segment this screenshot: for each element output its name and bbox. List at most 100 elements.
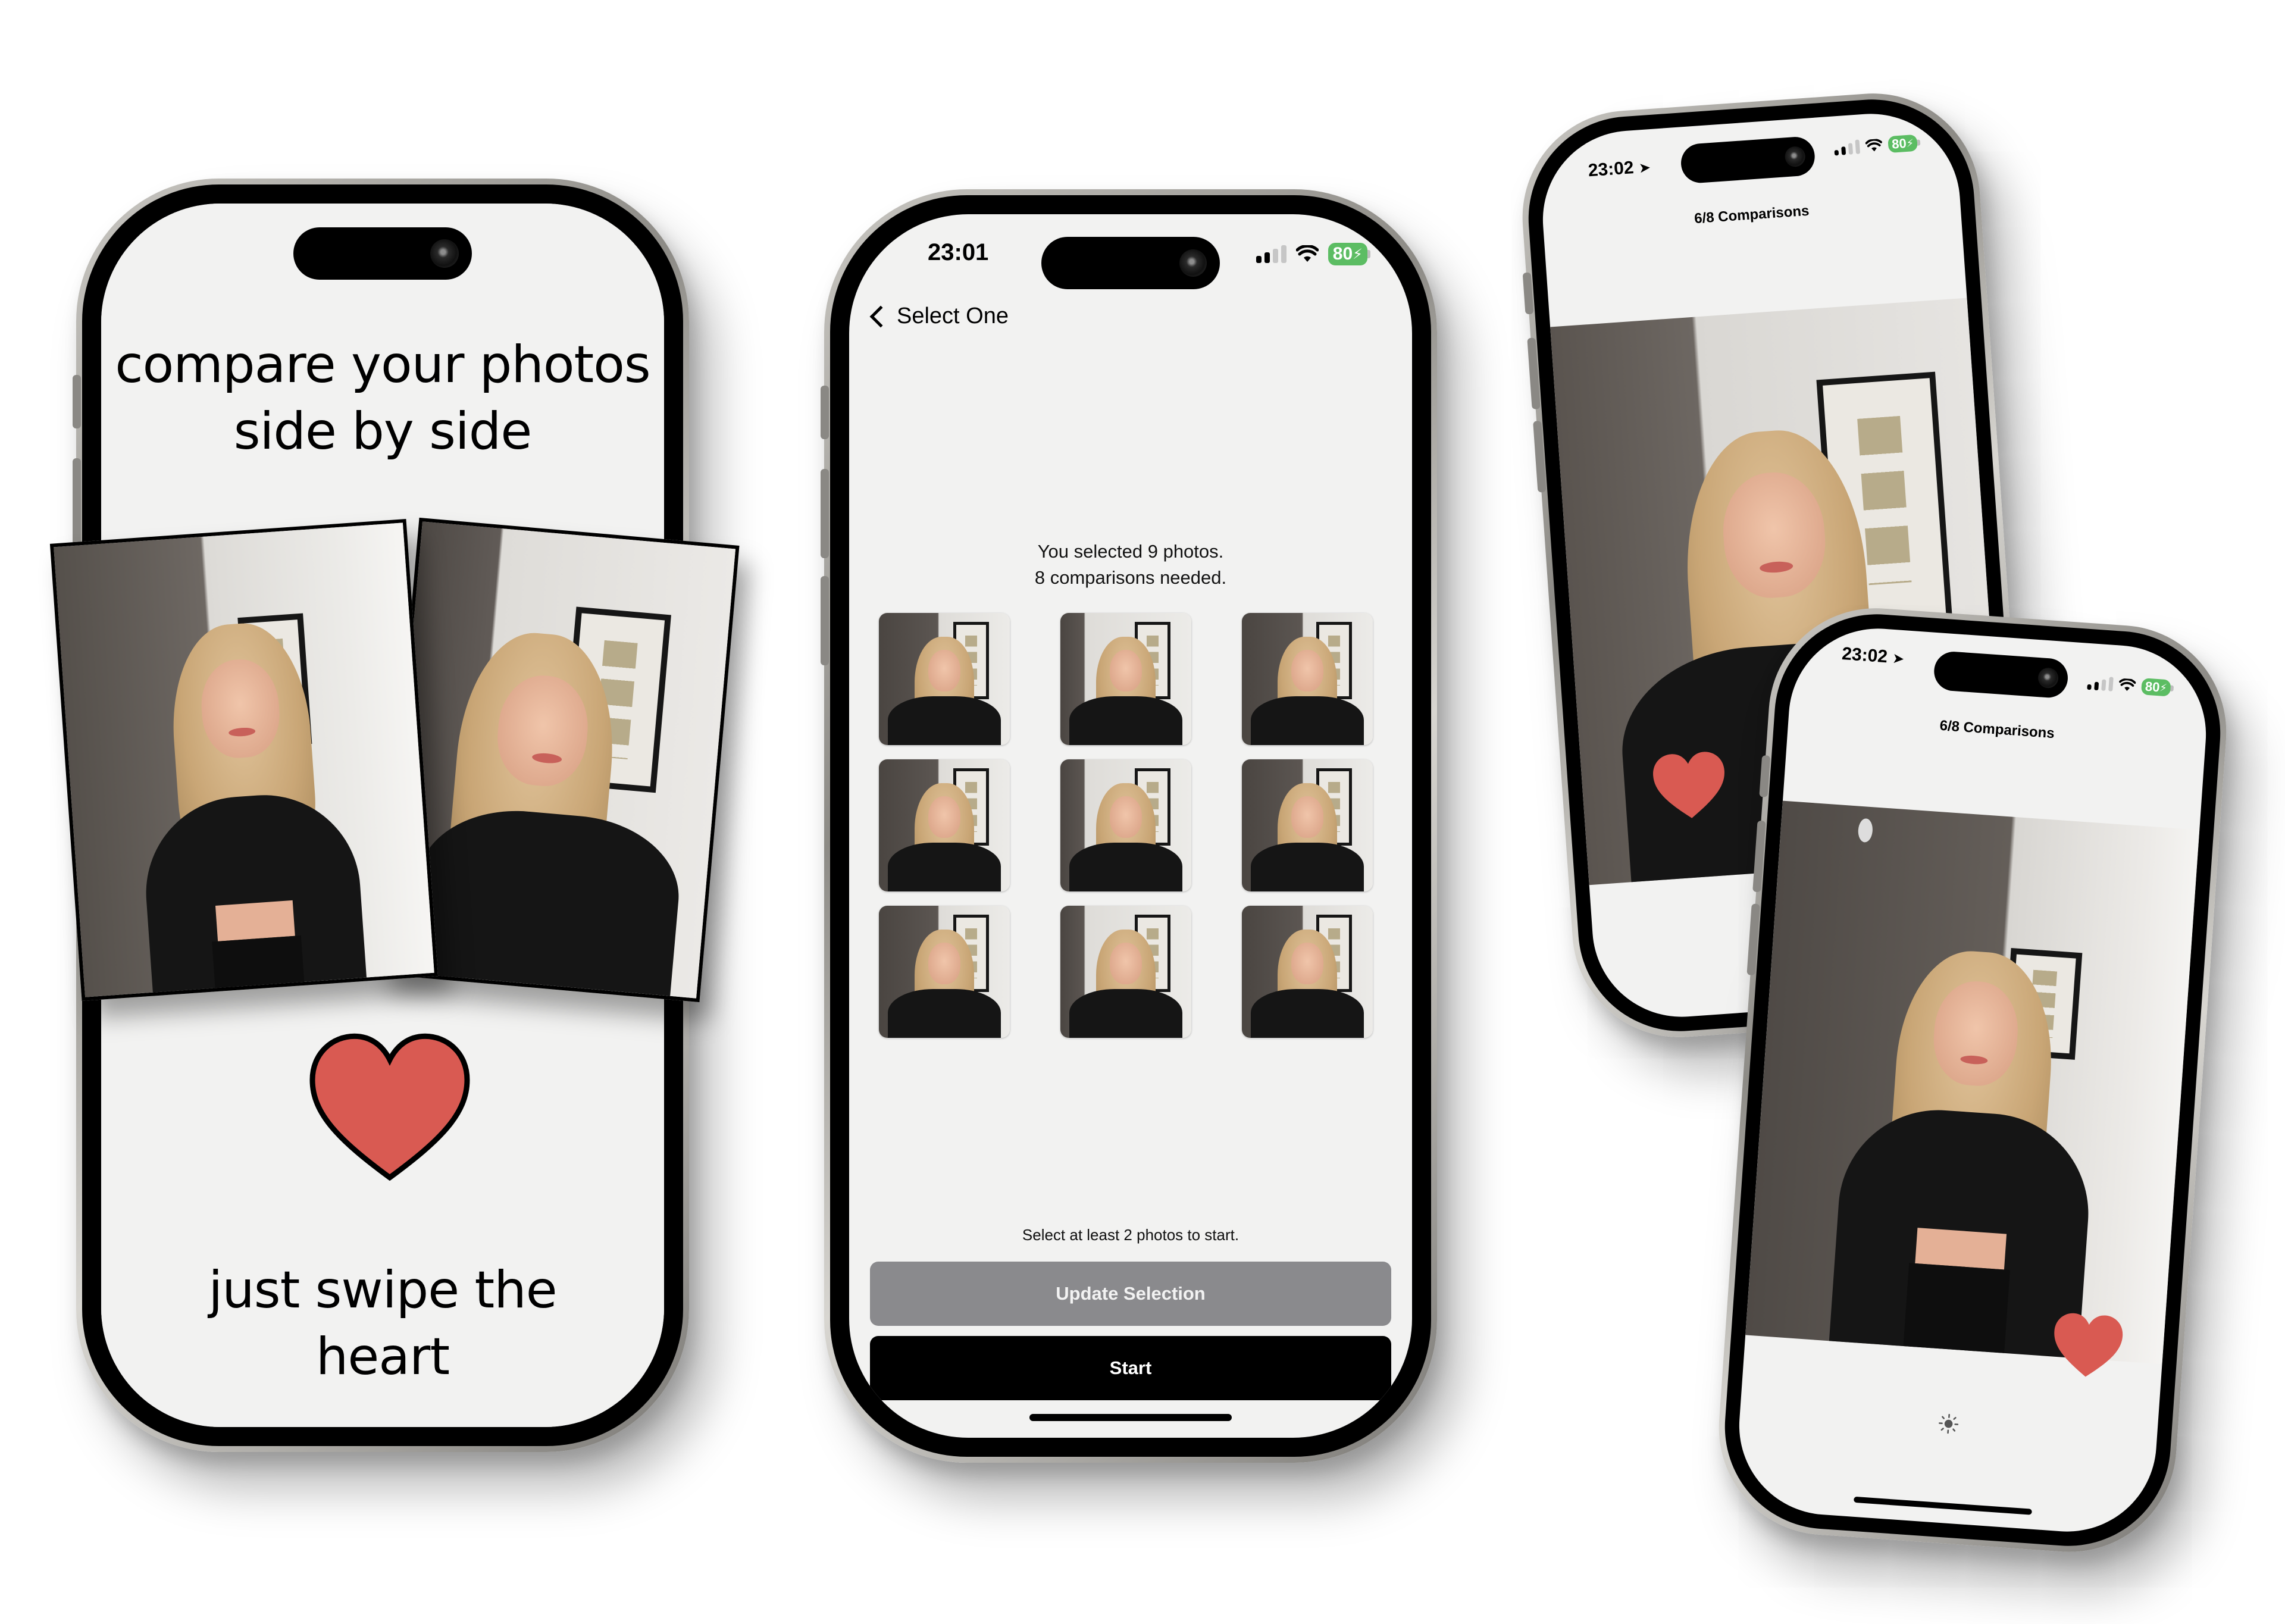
ceiling-bulb [1857, 818, 1874, 843]
photo-thumbnail[interactable] [1242, 613, 1373, 745]
photo-thumbnail[interactable] [1060, 759, 1191, 891]
photo-subject-midriff [1915, 1228, 2007, 1270]
promo-footer-line-2: heart [315, 1327, 450, 1387]
dynamic-island [293, 227, 472, 280]
promo-headline: compare your photos side by side [101, 331, 664, 465]
phone-bezel: 23:02 ➤ 80 ⚡ 6/8 Comparisons [1718, 607, 2227, 1553]
chevron-left-icon [869, 305, 892, 327]
photo-subject-jacket [1251, 843, 1364, 891]
photo-subject-face [928, 650, 960, 691]
photo-thumbnail[interactable] [879, 613, 1010, 745]
sun-icon[interactable] [1937, 1413, 1959, 1434]
photo-subject-face [1110, 650, 1142, 691]
update-selection-button[interactable]: Update Selection [870, 1262, 1391, 1326]
status-bar-icons: 80 ⚡ [1834, 134, 1921, 157]
promo-footer-line-1: just swipe the [208, 1260, 557, 1320]
status-time: 23:02 ➤ [1588, 157, 1651, 181]
start-button[interactable]: Start [870, 1336, 1391, 1400]
photo-subject-face [1291, 650, 1323, 691]
thumbnail-image [879, 613, 1010, 745]
promo-footer: just swipe the heart [101, 1257, 664, 1390]
compare-screen: 23:02 ➤ 80 ⚡ 6/8 Comparisons [1733, 622, 2212, 1538]
photo-subject-jacket [1251, 989, 1364, 1038]
status-bar-icons: 80 ⚡ [2087, 674, 2174, 697]
dynamic-island [1041, 237, 1220, 289]
photo-image [383, 521, 736, 999]
comparison-photo[interactable] [1745, 800, 2200, 1365]
heart-icon[interactable] [1645, 747, 1733, 824]
battery-nub [1367, 250, 1370, 258]
heart-shape [1651, 750, 1728, 821]
comparison-photo-left [49, 519, 439, 1001]
selected-count-text: You selected 9 photos. [1037, 541, 1224, 562]
location-arrow-icon: ➤ [1892, 650, 1905, 668]
selection-summary: You selected 9 photos. 8 comparisons nee… [849, 539, 1412, 591]
location-arrow-icon: ➤ [1638, 159, 1651, 177]
photo-subject-face [1291, 796, 1323, 838]
status-time-text: 23:02 [1587, 158, 1635, 181]
photo-thumbnail[interactable] [879, 759, 1010, 891]
photo-subject-jacket [1069, 989, 1182, 1038]
dynamic-island [1679, 135, 1816, 184]
camera-icon [2037, 667, 2059, 689]
thumbnail-image [1242, 759, 1373, 891]
charging-bolt-icon: ⚡ [2159, 681, 2168, 694]
heart-icon[interactable] [303, 1030, 476, 1184]
select-phone: 23:01 80 ⚡ Select One You selected 9 pho… [821, 189, 1437, 1463]
wifi-icon [1865, 138, 1883, 152]
photo-thumbnail[interactable] [1060, 613, 1191, 745]
camera-icon [1784, 145, 1806, 168]
wifi-icon [2119, 678, 2136, 691]
wifi-icon [1295, 245, 1319, 262]
camera-icon [430, 239, 459, 268]
selection-hint: Select at least 2 photos to start. [1022, 1226, 1239, 1244]
home-indicator[interactable] [1029, 1414, 1232, 1421]
photo-thumbnail[interactable] [1060, 906, 1191, 1038]
phone-bezel: 23:01 80 ⚡ Select One You selected 9 pho… [830, 195, 1431, 1457]
home-indicator[interactable] [1854, 1496, 2032, 1515]
photo-subject-face [928, 943, 960, 984]
dynamic-island [1933, 650, 2070, 699]
back-button[interactable]: Select One [869, 303, 1009, 329]
battery-level: 80 ⚡ [1328, 243, 1367, 265]
battery-level: 80 ⚡ [2141, 678, 2171, 697]
heart-shape [2051, 1312, 2124, 1379]
status-time-text: 23:02 [1841, 643, 1889, 667]
photo-subject-jacket [888, 696, 1001, 745]
photo-grid [879, 613, 1373, 1038]
cellular-signal-icon [2087, 675, 2114, 691]
thumbnail-image [1060, 613, 1191, 745]
photo-subject-jacket [408, 802, 686, 999]
volume-up-button [821, 469, 829, 558]
select-screen: 23:01 80 ⚡ Select One You selected 9 pho… [849, 214, 1412, 1438]
camera-icon [1179, 249, 1207, 277]
battery-icon: 80 ⚡ [2141, 678, 2174, 697]
photo-subject-jacket [1069, 696, 1182, 745]
action-button [73, 375, 81, 428]
volume-down-button [821, 576, 829, 665]
photo-subject-jeans [1903, 1263, 2010, 1353]
battery-icon: 80 ⚡ [1328, 243, 1370, 265]
photo-thumbnail[interactable] [879, 906, 1010, 1038]
photo-subject-face [1291, 943, 1323, 984]
thumbnail-image [1060, 759, 1191, 891]
photo-image [54, 522, 434, 997]
comparisons-needed-text: 8 comparisons needed. [1034, 567, 1227, 588]
heart-icon[interactable] [2047, 1309, 2129, 1382]
photo-subject-face [1110, 796, 1142, 838]
phone-bezel: compare your photos side by side just sw… [49, 184, 740, 1446]
thumbnail-image [1060, 906, 1191, 1038]
promo-headline-line-1: compare your photos [115, 335, 650, 395]
battery-icon: 80 ⚡ [1888, 134, 1921, 154]
back-button-label: Select One [897, 303, 1009, 328]
photo-subject-jacket [1069, 843, 1182, 891]
charging-bolt-icon: ⚡ [1353, 246, 1363, 262]
volume-up-button [73, 458, 81, 547]
comparison-progress-label: 6/8 Comparisons [1939, 717, 2055, 742]
photo-thumbnail[interactable] [1242, 906, 1373, 1038]
status-time: 23:02 ➤ [1841, 644, 1905, 668]
battery-level: 80 ⚡ [1888, 134, 1918, 154]
battery-nub [1917, 139, 1921, 146]
cellular-signal-icon [1834, 139, 1861, 156]
photo-thumbnail[interactable] [1242, 759, 1373, 891]
